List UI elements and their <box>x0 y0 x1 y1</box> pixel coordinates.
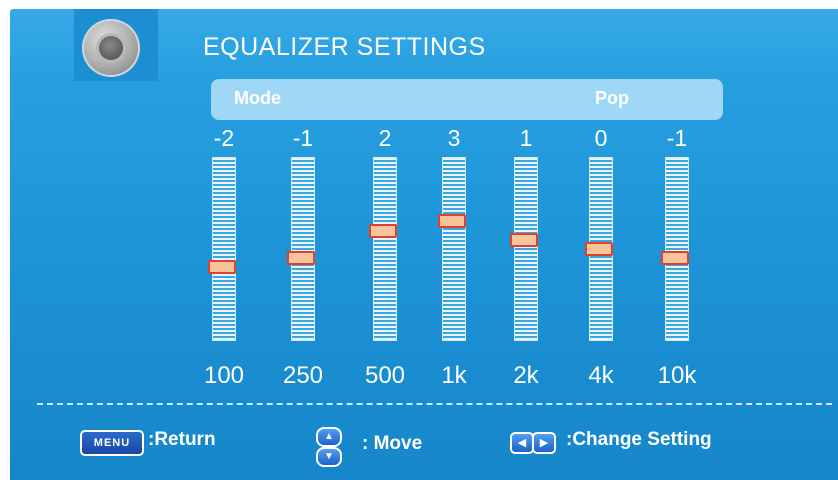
band-level-value: -1 <box>292 125 314 151</box>
band-level-value: 2 <box>378 125 392 151</box>
band-frequency-label: 100 <box>203 362 245 389</box>
up-down-arrows-icon[interactable]: ▲ ▼ <box>316 427 342 467</box>
move-hint: : Move <box>362 433 423 454</box>
up-arrow-icon[interactable]: ▲ <box>316 427 342 447</box>
band-level-value: -1 <box>666 125 688 151</box>
band-frequency-label: 250 <box>282 362 324 389</box>
band-level-value: 3 <box>447 125 461 151</box>
band-slider-track[interactable] <box>665 157 689 341</box>
speaker-icon <box>82 19 140 77</box>
eq-band-4k[interactable]: 0 4k <box>571 9 631 480</box>
change-setting-hint: :Change Setting <box>566 429 712 450</box>
band-frequency-label: 4k <box>588 362 614 389</box>
band-slider-thumb[interactable] <box>208 260 236 275</box>
band-frequency-label: 10k <box>657 362 697 389</box>
band-frequency-label: 1k <box>441 362 467 389</box>
eq-band-1k[interactable]: 3 1k <box>424 9 484 480</box>
band-frequency-label: 2k <box>513 362 539 389</box>
band-slider-track[interactable] <box>291 157 315 341</box>
band-slider-thumb[interactable] <box>585 242 613 256</box>
right-arrow-icon[interactable]: ▶ <box>532 432 556 454</box>
band-slider-track[interactable] <box>212 157 236 341</box>
divider <box>37 403 832 405</box>
down-arrow-icon[interactable]: ▼ <box>316 447 342 467</box>
band-level-value: -2 <box>213 125 235 151</box>
band-level-value: 1 <box>519 125 533 151</box>
eq-band-10k[interactable]: -1 10k <box>647 9 707 480</box>
band-slider-track[interactable] <box>442 157 466 341</box>
equalizer-screen: EQUALIZER SETTINGS Mode Pop -2 100 -1 25… <box>10 9 838 480</box>
return-hint: :Return <box>148 429 216 450</box>
band-slider-thumb[interactable] <box>510 232 538 247</box>
eq-band-2k[interactable]: 1 2k <box>496 9 556 480</box>
band-slider-thumb[interactable] <box>438 214 466 229</box>
band-slider-thumb[interactable] <box>661 251 689 266</box>
eq-band-500[interactable]: 2 500 <box>355 9 415 480</box>
band-slider-track[interactable] <box>514 157 538 341</box>
band-slider-thumb[interactable] <box>369 223 397 238</box>
band-frequency-label: 500 <box>364 362 406 389</box>
band-slider-track[interactable] <box>373 157 397 341</box>
eq-band-100[interactable]: -2 100 <box>194 9 254 480</box>
left-arrow-icon[interactable]: ◀ <box>510 432 534 454</box>
menu-key-icon[interactable]: MENU <box>80 430 144 456</box>
band-level-value: 0 <box>594 125 608 151</box>
left-right-arrows-icon[interactable]: ◀ ▶ <box>510 432 558 454</box>
eq-band-250[interactable]: -1 250 <box>273 9 333 480</box>
band-slider-thumb[interactable] <box>287 251 315 266</box>
